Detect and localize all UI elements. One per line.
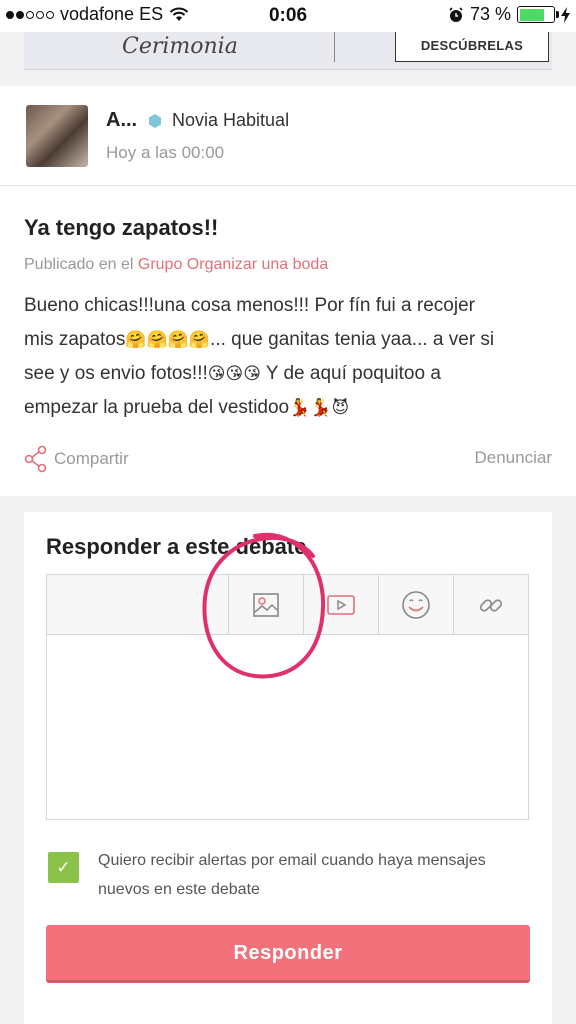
- hug-emoji-icon: 🤗🤗🤗🤗: [125, 330, 211, 350]
- group-link[interactable]: Grupo Organizar una boda: [138, 256, 328, 273]
- insert-link-button[interactable]: [453, 575, 528, 635]
- kiss-emoji-icon: 😘😘😘: [207, 364, 261, 384]
- link-icon: [479, 599, 503, 612]
- status-right: 73 %: [448, 4, 570, 25]
- battery-percent: 73 %: [469, 4, 511, 24]
- body-line: empezar la prueba del vestidoo💃💃😈: [24, 397, 350, 418]
- reply-textarea[interactable]: [47, 635, 528, 819]
- emoji-icon: [402, 591, 430, 619]
- post-title: Ya tengo zapatos!!: [24, 215, 219, 240]
- post-timestamp: Hoy a las 00:00: [106, 143, 225, 162]
- body-line: mis zapatos🤗🤗🤗🤗... que ganitas tenia yaa…: [24, 329, 495, 350]
- post-body: Bueno chicas!!!una cosa menos!!! Por fín…: [24, 289, 556, 425]
- battery-icon: [517, 6, 559, 23]
- email-alert-label: Quiero recibir alertas por email cuando …: [98, 852, 486, 898]
- charging-icon: [561, 6, 570, 23]
- author-role: Novia Habitual: [172, 110, 290, 130]
- report-button[interactable]: Denunciar: [475, 448, 553, 468]
- insert-emoji-button[interactable]: [378, 575, 453, 635]
- share-label: Compartir: [54, 449, 129, 468]
- avatar[interactable]: [26, 105, 88, 167]
- share-button[interactable]: Compartir: [24, 445, 129, 473]
- reply-submit-button[interactable]: Responder: [46, 925, 530, 983]
- banner-script-text: Cerimonia: [122, 34, 238, 59]
- author-row: A... Novia Habitual Hoy a las 00:00: [0, 86, 576, 186]
- banner-divider: [334, 32, 335, 62]
- published-prefix: Publicado en el: [24, 256, 134, 273]
- alarm-icon: [449, 6, 463, 22]
- ad-banner[interactable]: Cerimonia DESCÚBRELAS: [24, 32, 552, 70]
- status-bar: vodafone ES 0:06 73 %: [0, 0, 576, 32]
- discover-button[interactable]: DESCÚBRELAS: [395, 32, 549, 62]
- published-in: Publicado en el Grupo Organizar una boda: [24, 256, 328, 274]
- insert-image-button[interactable]: [228, 575, 303, 635]
- share-icon: [24, 445, 47, 473]
- reply-card: Responder a este debate ✓ Quiero recibir…: [24, 512, 552, 1024]
- hexagon-badge-icon: [149, 114, 161, 128]
- post-card: A... Novia Habitual Hoy a las 00:00 Ya t…: [0, 86, 576, 496]
- image-icon: [253, 593, 279, 617]
- editor-toolbar: [47, 575, 528, 635]
- reply-title: Responder a este debate: [46, 534, 307, 559]
- body-line: Bueno chicas!!!una cosa menos!!! Por fín…: [24, 295, 475, 316]
- dancer-emoji-icon: 💃💃😈: [289, 398, 350, 418]
- email-alert-checkbox[interactable]: ✓: [48, 852, 79, 883]
- insert-video-button[interactable]: [303, 575, 378, 635]
- body-line: see y os envio fotos!!!😘😘😘 Y de aquí poq…: [24, 363, 441, 384]
- reply-editor: [46, 574, 529, 820]
- video-icon: [327, 595, 355, 615]
- checkmark-icon: ✓: [56, 858, 71, 877]
- author-name[interactable]: A...: [106, 109, 137, 132]
